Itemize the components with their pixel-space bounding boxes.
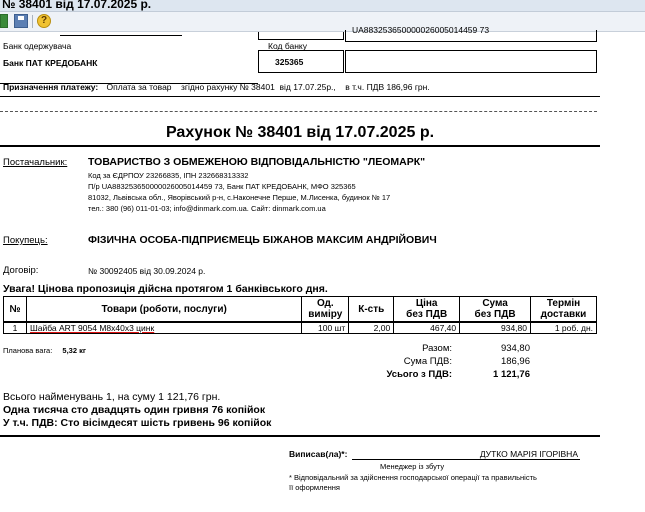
signature-position: Менеджер із збуту xyxy=(380,462,445,471)
invoice-title: Рахунок № 38401 від 17.07.2025 р. xyxy=(165,124,435,141)
col-term-header: Термін доставки xyxy=(530,296,597,323)
buyer-label: Покупець: xyxy=(3,235,48,246)
table-header-row: № Товари (роботи, послуги) Од. виміру К-с… xyxy=(3,296,597,323)
col-unit-header: Од. виміру xyxy=(301,296,350,323)
contract-value: № 30092405 від 30.09.2024 р. xyxy=(88,266,206,276)
total-value: 934,80 xyxy=(500,343,530,354)
purpose-underline xyxy=(0,96,600,97)
summary-line2: Одна тисяча сто двадцять один гривня 76 … xyxy=(3,404,266,416)
weight-label: Планова вага: xyxy=(3,346,53,355)
row-price: 467,40 xyxy=(393,321,461,334)
toolbar-separator xyxy=(32,15,33,28)
account-box xyxy=(345,50,597,73)
summary-underline xyxy=(0,435,600,437)
row-term: 1 роб. дн. xyxy=(530,321,597,334)
bank-code: 325365 xyxy=(275,57,304,67)
open-icon[interactable] xyxy=(0,14,8,28)
supplier-line1: Код за ЄДРПОУ 23266835, ІПН 232668313332 xyxy=(88,171,249,180)
signature-note2: її оформлення xyxy=(289,483,340,492)
recipient-bank-label: Банк одержувача xyxy=(3,41,72,51)
account-box-top: UA883253650000026005014459 73 xyxy=(345,25,597,42)
grand-total-value: 1 121,76 xyxy=(493,369,530,380)
total-label: Разом: xyxy=(422,343,452,354)
purpose-label: Призначення платежу: xyxy=(3,82,99,92)
row-unit: 100 шт xyxy=(301,321,350,334)
vat-label: Сума ПДВ: xyxy=(403,356,452,367)
contract-label: Договір: xyxy=(3,265,39,276)
summary-line3: У т.ч. ПДВ: Сто вісімдесят шість гривень… xyxy=(3,417,272,429)
table-row: 1 Шайба ART 9054 M8x40x3 цинк 100 шт 2,0… xyxy=(3,321,597,334)
supplier-label: Постачальник: xyxy=(3,157,68,168)
goods-table: № Товари (роботи, послуги) Од. виміру К-с… xyxy=(3,296,597,334)
col-qty-header: К-сть xyxy=(348,296,395,323)
bank-name: Банк ПАТ КРЕДОБАНК xyxy=(3,58,98,68)
row-sum: 934,80 xyxy=(459,321,531,334)
document-page: UA883253650000026005014459 73 Банк одерж… xyxy=(0,25,610,512)
notice: Увага! Цінова пропозиція дійсна протягом… xyxy=(3,283,328,295)
buyer-name: ФІЗИЧНА ОСОБА-ПІДПРИЄМЕЦЬ БІЖАНОВ МАКСИМ… xyxy=(88,234,437,246)
row-name: Шайба ART 9054 M8x40x3 цинк xyxy=(25,321,303,334)
bank-code-box-top xyxy=(258,32,344,40)
signature-name: ДУТКО МАРІЯ ІГОРІВНА xyxy=(479,449,578,459)
title-underline xyxy=(0,145,600,147)
toolbar: ? xyxy=(0,12,645,32)
grand-total-label: Усього з ПДВ: xyxy=(386,369,453,380)
account-partial: UA883253650000026005014459 73 xyxy=(352,25,490,35)
supplier-line3: 81032, Львівська обл., Яворівський р-н, … xyxy=(88,193,391,202)
purpose-row: Призначення платежу: Оплата за товар згі… xyxy=(3,82,430,92)
save-icon[interactable] xyxy=(14,14,28,28)
row-qty: 2,00 xyxy=(348,321,395,334)
row-num: 1 xyxy=(3,321,27,334)
window-title: № 38401 від 17.07.2025 р. xyxy=(2,0,152,11)
col-sum-header: Сума без ПДВ xyxy=(459,296,531,323)
purpose-text: Оплата за товар згідно рахунку № 38401 в… xyxy=(106,82,430,92)
col-name-header: Товари (роботи, послуги) xyxy=(25,296,303,323)
col-price-header: Ціна без ПДВ xyxy=(393,296,461,323)
signature-line xyxy=(352,459,580,460)
supplier-name: ТОВАРИСТВО З ОБМЕЖЕНОЮ ВІДПОВІДАЛЬНІСТЮ … xyxy=(88,156,426,168)
col-num-header: № xyxy=(3,296,27,323)
signature-line-top xyxy=(60,35,182,36)
supplier-line2: П/р UA883253650000026005014459 73, Банк … xyxy=(88,182,356,191)
bank-code-box: 325365 xyxy=(258,50,344,73)
vat-value: 186,96 xyxy=(500,356,530,367)
item-name: Шайба ART 9054 M8x40x3 цинк xyxy=(29,323,155,333)
cut-line xyxy=(0,111,597,112)
weight-row: Планова вага: 5,32 кг xyxy=(3,346,86,355)
supplier-line4: тел.: 380 (96) 011-01-03; info@dinmark.c… xyxy=(88,204,326,213)
weight-value: 5,32 кг xyxy=(62,346,86,355)
window-title-bar: № 38401 від 17.07.2025 р. xyxy=(0,0,645,12)
signature-note1: * Відповідальний за здійснення господарс… xyxy=(289,473,537,482)
help-icon[interactable]: ? xyxy=(37,14,51,28)
vertical-scroll-area[interactable] xyxy=(624,32,645,512)
summary-line1: Всього найменувань 1, на суму 1 121,76 г… xyxy=(3,391,221,403)
signature-label: Виписав(ла)*: xyxy=(289,449,348,459)
